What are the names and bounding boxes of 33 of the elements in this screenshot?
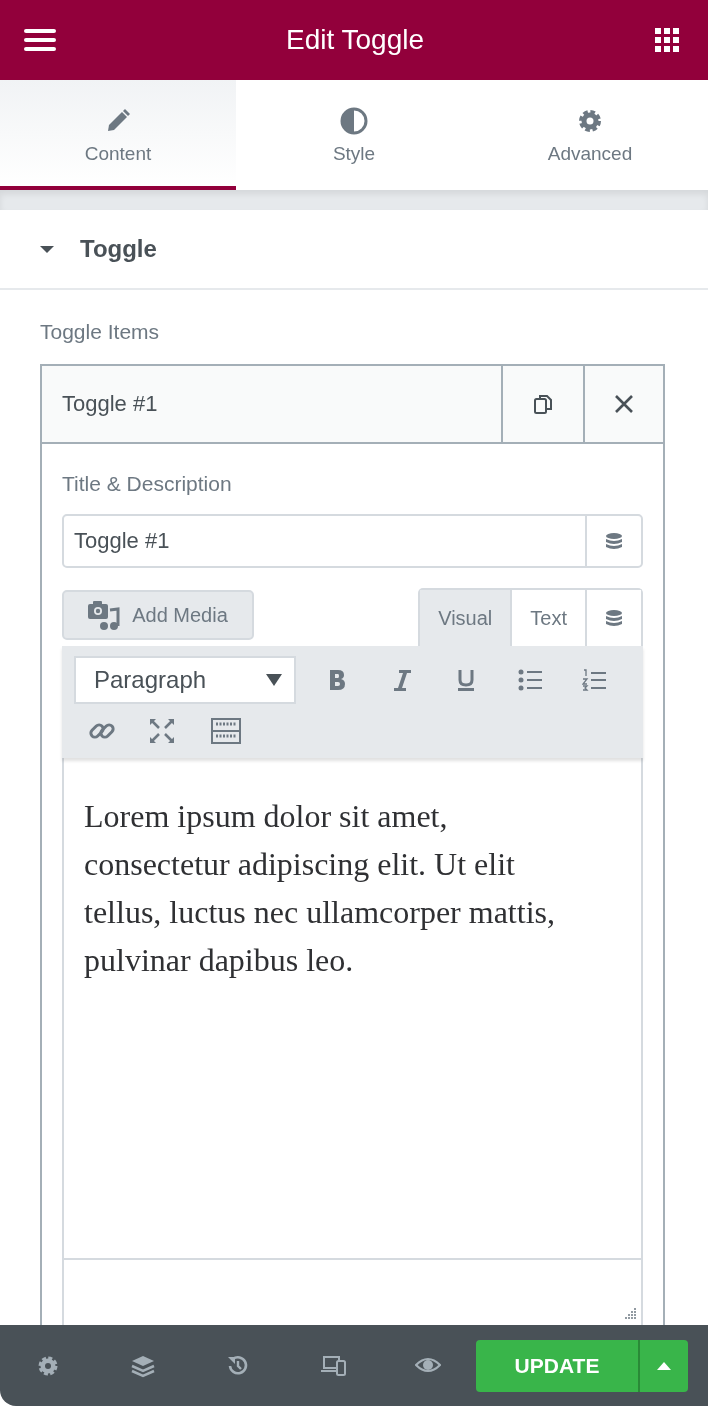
apps-grid-icon[interactable] — [654, 27, 680, 53]
add-media-button[interactable]: Add Media — [62, 590, 254, 640]
section-header[interactable]: Toggle — [0, 210, 708, 290]
dynamic-tags-icon[interactable] — [605, 608, 623, 628]
field-label: Toggle Items — [40, 320, 161, 344]
settings-icon — [576, 107, 604, 135]
bold-icon[interactable] — [328, 669, 348, 691]
toolbar-toggle-icon[interactable] — [211, 718, 241, 744]
history-icon[interactable] — [226, 1353, 250, 1378]
format-select[interactable]: Paragraph — [74, 656, 296, 704]
editor-text: Lorem ipsum dolor sit amet, consectetur adipiscing elit. Ut elit tellus, luctus nec ullamcorper mattis, pulvinar dapibus leo. — [83, 797, 556, 980]
editor-tab[interactable]: Visual — [420, 590, 511, 646]
dynamic-tags-icon[interactable] — [605, 531, 623, 551]
numbered-list-icon[interactable] — [582, 669, 606, 691]
title-input[interactable]: Toggle #1 — [62, 514, 643, 568]
bullet-list-icon[interactable] — [518, 669, 542, 691]
fullscreen-icon[interactable] — [149, 718, 175, 744]
contrast-icon — [340, 107, 368, 135]
update-button[interactable]: UPDATE — [476, 1339, 638, 1392]
layers-icon[interactable] — [130, 1353, 155, 1378]
panel-title: Edit Toggle — [286, 24, 424, 56]
underline-icon[interactable] — [456, 669, 476, 691]
menu-icon[interactable] — [24, 28, 56, 52]
camera-music-icon — [88, 599, 121, 631]
copy-icon — [534, 394, 552, 414]
italic-icon[interactable] — [391, 668, 413, 692]
save-options-button[interactable] — [638, 1339, 688, 1392]
tab[interactable]: Content — [0, 80, 236, 190]
close-icon — [614, 394, 634, 414]
caret-up-icon — [657, 1361, 671, 1370]
field-label: Title & Description — [62, 472, 233, 496]
caret-down-icon — [266, 674, 282, 686]
responsive-devices-icon[interactable] — [320, 1353, 346, 1376]
